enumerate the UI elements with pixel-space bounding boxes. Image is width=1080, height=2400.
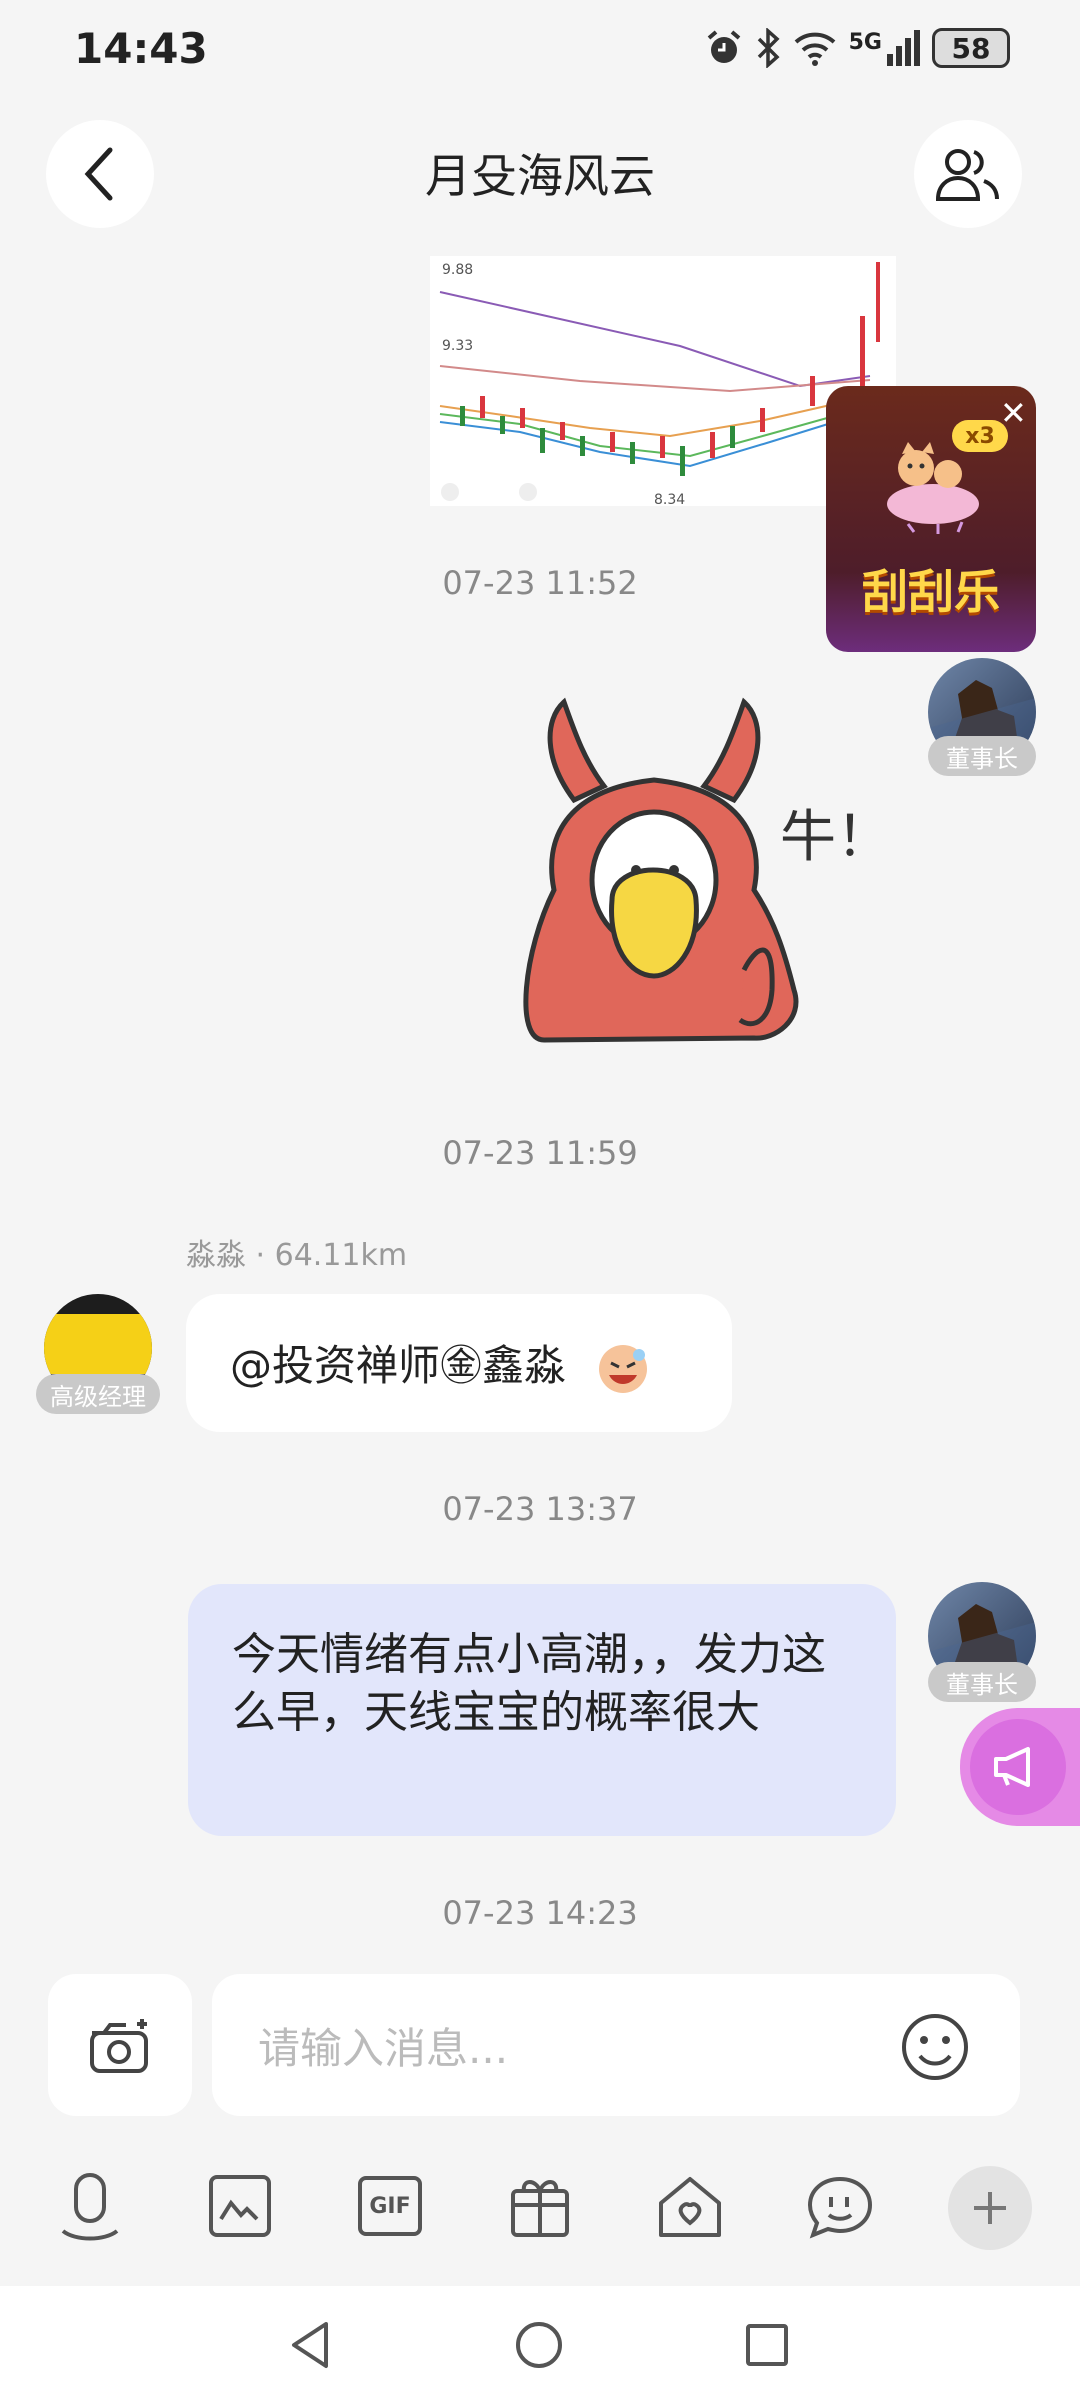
- input-placeholder: 请输入消息...: [258, 2023, 509, 2073]
- home-heart-icon: [659, 2177, 721, 2237]
- megaphone-icon: [970, 1719, 1066, 1815]
- alarm-icon: [707, 30, 740, 63]
- gif-icon: GIF: [358, 2176, 422, 2236]
- message-timestamp: 07-23 11:59: [442, 1134, 638, 1172]
- signal-bar-icon: [905, 38, 911, 66]
- image-button[interactable]: [202, 2168, 278, 2244]
- gift-icon: [511, 2180, 569, 2237]
- battery-level: 58: [951, 31, 991, 65]
- nav-home-icon[interactable]: [514, 2320, 564, 2370]
- message-timestamp: 07-23 13:37: [442, 1490, 638, 1528]
- scratch-card-promo[interactable]: x3 ✕ 刮刮乐: [826, 386, 1036, 652]
- people-icon: [935, 149, 999, 201]
- chat-bubble-incoming[interactable]: @投资禅师㊎鑫淼: [186, 1294, 732, 1432]
- status-time: 14:43: [74, 24, 208, 73]
- chat-face-icon: [807, 2176, 873, 2239]
- role-badge: 高级经理: [36, 1374, 160, 1414]
- signal-bar-icon: [896, 46, 902, 66]
- message-input[interactable]: 请输入消息...: [212, 1974, 1020, 2116]
- signal-bar-icon: [887, 54, 893, 66]
- gif-button[interactable]: GIF: [352, 2168, 428, 2244]
- camera-button[interactable]: [48, 1974, 192, 2116]
- status-icons: 5G 58: [705, 28, 1010, 68]
- wifi-icon: [794, 32, 835, 66]
- camera-icon: [90, 2019, 148, 2073]
- message-text: 今天情绪有点小高潮，，发力这么早，天线宝宝的概率很大: [232, 1629, 826, 1738]
- cat-on-cloud-icon: [887, 442, 979, 534]
- chat-bubble-outgoing[interactable]: 今天情绪有点小高潮，，发力这么早，天线宝宝的概率很大: [188, 1584, 896, 1836]
- message-text: @投资禅师㊎鑫淼: [230, 1341, 567, 1390]
- nav-back-icon[interactable]: [288, 2320, 332, 2370]
- more-button[interactable]: [948, 2166, 1032, 2250]
- battery-icon: 58: [932, 28, 1010, 68]
- signal-indicator: 5G: [849, 30, 920, 66]
- gift-button[interactable]: [502, 2168, 578, 2244]
- sender-distance: · 64.11km: [255, 1238, 408, 1273]
- message-timestamp: 07-23 14:23: [442, 1894, 638, 1932]
- nav-recents-icon[interactable]: [744, 2322, 790, 2368]
- avatar-image: [44, 1314, 152, 1374]
- role-badge: 董事长: [928, 736, 1036, 776]
- group-members-button[interactable]: [914, 120, 1022, 228]
- system-nav-bar: [0, 2286, 1080, 2400]
- image-icon: [209, 2175, 271, 2237]
- close-icon[interactable]: ✕: [1000, 394, 1027, 432]
- sender-meta: 淼淼 · 64.11km: [186, 1230, 407, 1274]
- voice-button[interactable]: [52, 2168, 128, 2244]
- signal-bar-icon: [914, 30, 920, 66]
- microphone-icon: [61, 2173, 119, 2241]
- bull-duck-sticker[interactable]: [504, 690, 804, 1050]
- promo-label: 刮刮乐: [862, 565, 1000, 619]
- home-heart-button[interactable]: [652, 2168, 728, 2244]
- sticker-caption: 牛！: [780, 805, 892, 870]
- role-badge: 董事长: [928, 1662, 1036, 1702]
- laughing-emoji-icon: [599, 1344, 648, 1393]
- plus-icon: [974, 2192, 1006, 2224]
- gif-label: GIF: [369, 2193, 411, 2219]
- emoji-icon[interactable]: [900, 2012, 970, 2082]
- broadcast-button[interactable]: [960, 1708, 1080, 1826]
- megaphone-glyph: [994, 1747, 1030, 1787]
- sender-name: 淼淼: [186, 1238, 246, 1273]
- network-label: 5G: [848, 30, 882, 55]
- chat-bot-button[interactable]: [802, 2168, 878, 2244]
- bluetooth-icon: [757, 28, 780, 68]
